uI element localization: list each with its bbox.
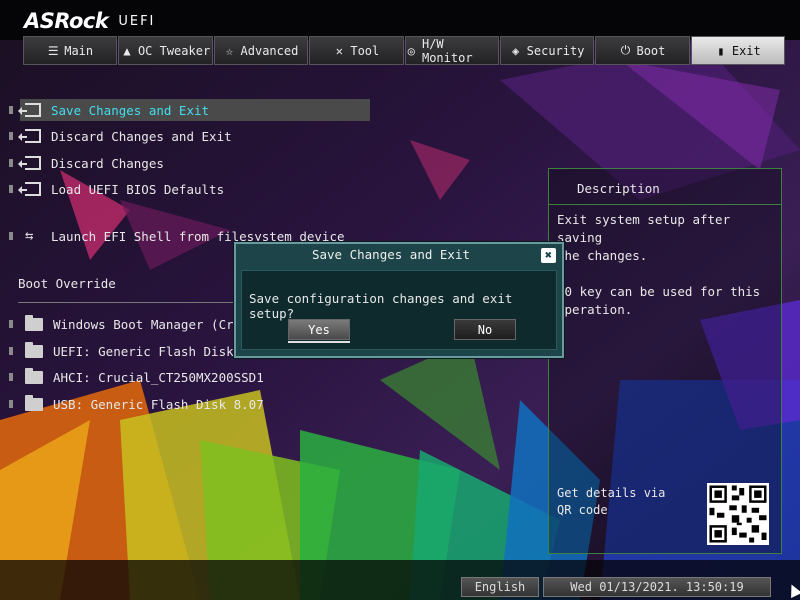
tab-hw-monitor-label: H/W Monitor	[421, 36, 473, 65]
item-bullet	[9, 400, 13, 408]
item-bullet	[9, 347, 13, 355]
folder-icon	[25, 314, 43, 331]
item-bullet	[9, 373, 13, 381]
yes-button[interactable]: Yes	[288, 319, 350, 343]
item-bullet	[9, 232, 13, 240]
tab-security[interactable]: ◈ Security	[499, 36, 595, 65]
menu-item-label: Save Changes and Exit	[51, 102, 210, 118]
menu-item-label: Discard Changes	[51, 155, 164, 171]
menu-item-discard-changes[interactable]: Discard Changes	[9, 152, 370, 174]
power-icon: ⏻	[620, 43, 631, 57]
dialog-message: Save configuration changes and exit setu…	[249, 291, 513, 321]
menu-item-save-changes-and-exit[interactable]: Save Changes and Exit	[9, 99, 370, 121]
language-button[interactable]: English	[461, 577, 539, 597]
dialog-body: Save configuration changes and exit setu…	[241, 270, 557, 350]
exit-door-icon	[18, 182, 41, 196]
qr-code-icon	[707, 483, 769, 545]
monitor-icon: ◎	[407, 43, 415, 58]
menu-item-discard-changes-and-exit[interactable]: Discard Changes and Exit	[9, 125, 370, 147]
dialog-title: Save Changes and Exit	[311, 247, 471, 262]
description-panel: Description Exit system setup after savi…	[548, 168, 782, 554]
exit-door-icon	[18, 129, 41, 143]
item-bullet	[9, 106, 13, 114]
tab-boot[interactable]: ⏻ Boot	[595, 36, 690, 65]
menu-item-label: Discard Changes and Exit	[51, 128, 232, 144]
menu-item-load-defaults[interactable]: Load UEFI BIOS Defaults	[9, 178, 370, 200]
qr-label: Get details via QR code	[557, 486, 666, 517]
item-bullet	[9, 132, 13, 140]
tab-exit-label: Exit	[731, 43, 761, 58]
close-icon[interactable]: ✖	[541, 248, 556, 263]
menu-item-label: Load UEFI BIOS Defaults	[51, 181, 225, 197]
datetime-display: Wed 01/13/2021. 13:50:19	[543, 577, 771, 597]
boot-item-usb-flash-disk[interactable]: USB: Generic Flash Disk 8.07	[9, 393, 370, 415]
refresh-arrows-icon: ⇆	[25, 228, 34, 244]
shield-icon: ◈	[512, 43, 520, 58]
save-exit-dialog: Save Changes and Exit ✖ Save configurati…	[234, 242, 564, 358]
folder-icon	[25, 367, 43, 384]
tab-security-label: Security	[526, 43, 585, 58]
exit-door-icon	[18, 156, 41, 170]
tab-boot-label: Boot	[636, 43, 666, 58]
folder-icon	[25, 341, 43, 358]
item-bullet	[9, 320, 13, 328]
description-text: Exit system setup after saving the chang…	[557, 212, 761, 317]
description-divider	[549, 204, 781, 205]
item-bullet	[9, 185, 13, 193]
boot-item-label: AHCI: Crucial_CT250MX200SSD1	[53, 369, 264, 385]
boot-override-title: Boot Override	[18, 276, 116, 291]
boot-item-label: USB: Generic Flash Disk 8.07	[53, 396, 264, 412]
exit-icon: ▮	[717, 43, 725, 58]
no-button[interactable]: No	[454, 319, 516, 340]
folder-icon	[25, 394, 43, 411]
item-bullet	[9, 159, 13, 167]
exit-door-icon	[18, 103, 41, 117]
tab-exit[interactable]: ▮ Exit	[690, 36, 785, 65]
description-title: Description	[577, 181, 660, 196]
boot-item-ahci-crucial[interactable]: AHCI: Crucial_CT250MX200SSD1	[9, 366, 370, 388]
tab-hw-monitor[interactable]: ◎ H/W Monitor	[404, 36, 499, 65]
